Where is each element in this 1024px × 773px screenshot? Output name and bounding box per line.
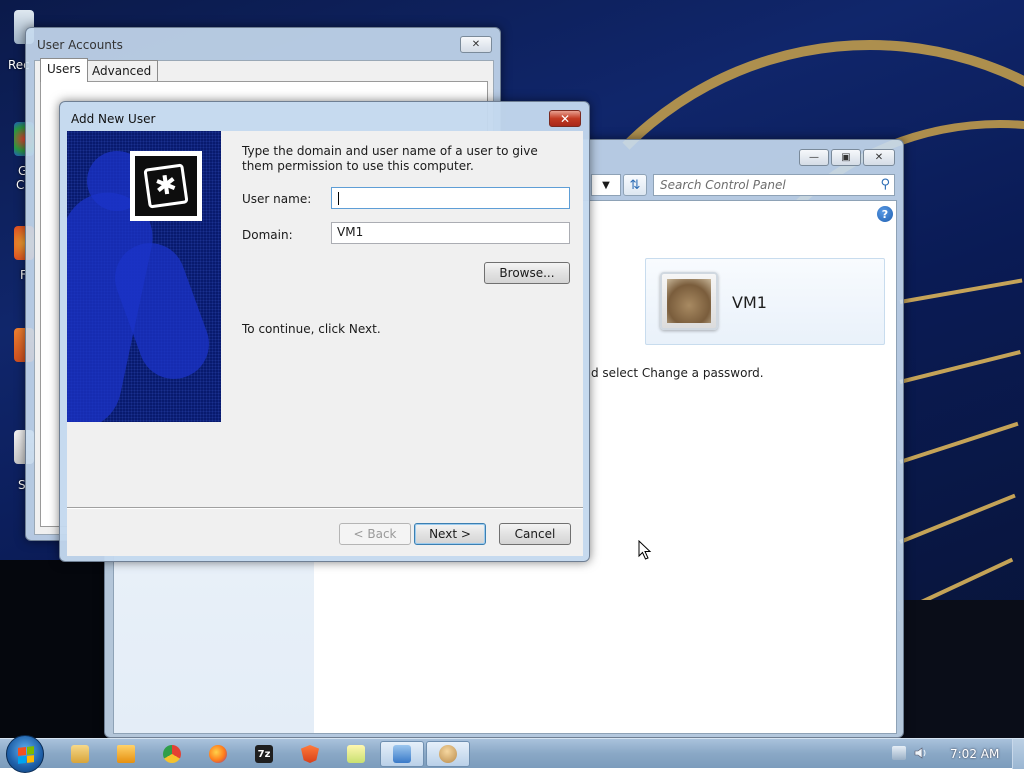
user-account-name: VM1 [732,293,767,312]
dialog-separator [67,507,583,509]
close-icon: ✕ [471,39,481,50]
media-player-icon [117,745,135,763]
window-title: User Accounts [37,38,123,52]
clock[interactable]: 7:02 AM [950,747,999,761]
tab-users[interactable]: Users [40,58,88,82]
cat-picture-icon [667,279,711,323]
taskbar-chrome[interactable] [150,741,194,767]
change-password-hint: d select Change a password. [591,366,764,380]
help-icon[interactable]: ? [877,206,893,222]
refresh-button[interactable]: ⇅ [623,174,647,196]
dialog-body: ✱ Type the domain and user name of a use… [67,131,583,556]
notepad-icon [347,745,365,763]
taskbar-user-accounts[interactable] [426,741,470,767]
taskbar-7zip[interactable]: 7z [242,741,286,767]
username-label: User name: [242,192,312,206]
taskbar-control-panel[interactable] [380,741,424,767]
close-icon: ✕ [874,152,884,163]
domain-input[interactable]: VM1 [331,222,570,244]
users-icon [439,745,457,763]
refresh-icon: ⇅ [629,177,641,193]
chrome-icon [163,745,181,763]
username-input[interactable] [331,187,570,209]
brave-icon [301,745,319,763]
search-placeholder: Search Control Panel [660,178,786,192]
browse-button[interactable]: Browse... [484,262,570,284]
wallpaper-shadow [900,600,1024,738]
text-caret [338,192,339,205]
minimize-icon: — [809,152,819,163]
control-panel-icon [393,745,411,763]
network-icon[interactable] [892,746,906,760]
taskbar-file-explorer[interactable] [58,741,102,767]
folder-icon [71,745,89,763]
address-dropdown[interactable]: ▼ [591,174,621,196]
firefox-icon [209,745,227,763]
taskbar-firefox[interactable] [196,741,240,767]
mouse-cursor-icon [638,540,652,560]
chevron-down-icon: ▼ [602,179,610,191]
close-button[interactable]: ✕ [549,110,581,127]
next-button[interactable]: Next > [414,523,486,545]
back-button[interactable]: < Back [339,523,411,545]
taskbar-notepad[interactable] [334,741,378,767]
minimize-button[interactable]: — [799,149,829,166]
domain-label: Domain: [242,228,293,242]
chrome-shortcut-label-2: C [16,178,25,192]
7zip-icon: 7z [255,745,273,763]
taskbar-brave[interactable] [288,741,332,767]
taskbar-media-player[interactable] [104,741,148,767]
search-input[interactable]: Search Control Panel ⚲ [653,174,895,196]
wizard-logo: ✱ [130,151,202,221]
volume-icon[interactable] [914,746,928,760]
close-button[interactable]: ✕ [460,36,492,53]
restore-icon: ▣ [841,152,851,163]
cancel-button[interactable]: Cancel [499,523,571,545]
dialog-instructions: Type the domain and user name of a user … [242,144,538,173]
user-avatar [660,272,718,330]
show-desktop-button[interactable] [1012,739,1024,769]
continue-hint: To continue, click Next. [242,322,381,336]
windows-logo-icon [18,746,34,764]
dialog-title: Add New User [71,112,156,126]
close-icon: ✕ [559,111,571,126]
domain-value: VM1 [337,225,364,239]
close-button[interactable]: ✕ [863,149,895,166]
start-button[interactable] [6,735,44,773]
taskbar: 7z 7:02 AM [0,735,1024,773]
user-account-card[interactable]: VM1 [645,258,885,345]
keyboard-key-icon: ✱ [143,163,189,209]
wizard-banner: ✱ [67,131,221,422]
tab-advanced[interactable]: Advanced [85,60,159,82]
maximize-button[interactable]: ▣ [831,149,861,166]
add-new-user-dialog: Add New User ✕ ✱ Type the domain and use… [59,101,590,562]
search-icon[interactable]: ⚲ [880,177,890,192]
